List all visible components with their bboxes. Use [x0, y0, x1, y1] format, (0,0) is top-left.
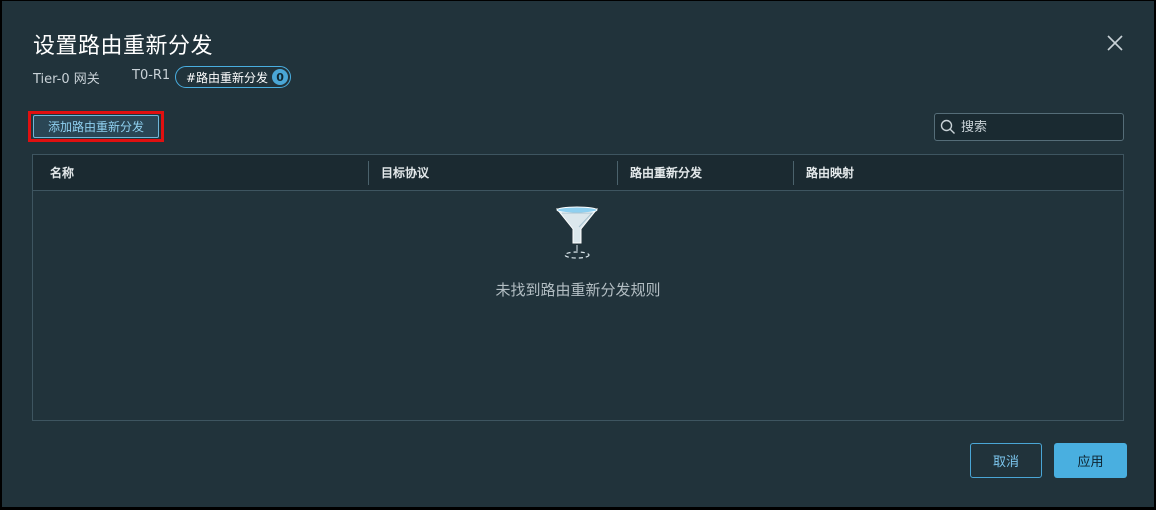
column-header-name[interactable]: 名称: [50, 155, 74, 190]
empty-state-message: 未找到路由重新分发规则: [495, 281, 661, 299]
column-header-route-map[interactable]: 路由映射: [806, 155, 854, 190]
redistribution-tag: #路由重新分发 0: [175, 66, 292, 88]
redistribution-table: 名称 目标协议 路由重新分发 路由映射 未找到路由重新分发规则: [32, 154, 1124, 421]
table-header: 名称 目标协议 路由重新分发 路由映射: [33, 155, 1123, 191]
search-icon: [939, 118, 957, 136]
column-header-target-protocol[interactable]: 目标协议: [381, 155, 429, 190]
column-divider[interactable]: [617, 161, 618, 185]
column-header-redistribution[interactable]: 路由重新分发: [630, 155, 702, 190]
redistribution-tag-count: 0: [272, 69, 289, 85]
dialog-title: 设置路由重新分发: [33, 34, 214, 59]
cancel-button[interactable]: 取消: [970, 443, 1042, 478]
gateway-name-label: T0-R1: [132, 68, 171, 83]
search-input[interactable]: [957, 119, 1123, 135]
close-button[interactable]: [1104, 32, 1126, 54]
close-icon: [1107, 35, 1123, 51]
add-redistribution-button[interactable]: 添加路由重新分发: [33, 115, 159, 138]
column-divider[interactable]: [368, 161, 369, 185]
column-divider[interactable]: [793, 161, 794, 185]
funnel-filter-icon: [555, 206, 599, 259]
search-box[interactable]: [934, 113, 1124, 141]
redistribution-tag-label: #路由重新分发: [186, 70, 269, 85]
gateway-type-label: Tier-0 网关: [33, 72, 100, 87]
route-redistribution-dialog: 设置路由重新分发 Tier-0 网关 T0-R1 #路由重新分发 0 添加路由重…: [2, 1, 1154, 507]
apply-button[interactable]: 应用: [1054, 443, 1127, 478]
